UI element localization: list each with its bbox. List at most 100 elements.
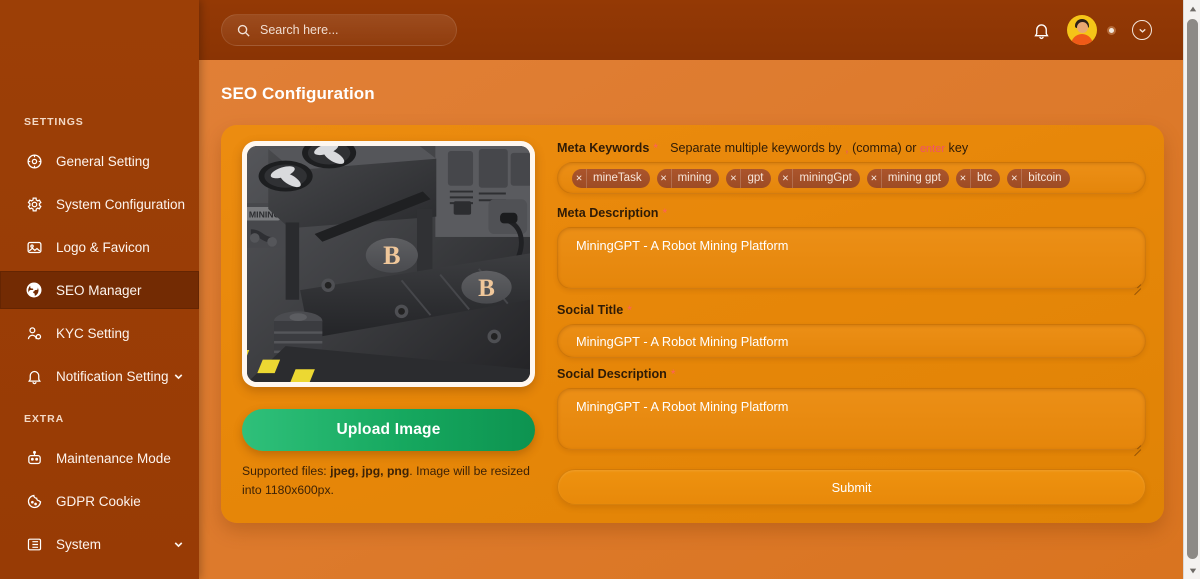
sidebar-item-label: General Setting [56,154,150,169]
sidebar-item-system-configuration[interactable]: System Configuration [0,185,199,223]
hint-before: Separate multiple keywords by [670,141,842,155]
cookie-icon [24,491,44,511]
seo-form: Meta Keywords * Separate multiple keywor… [557,141,1146,505]
close-icon[interactable]: ✕ [778,169,793,188]
keyword-tag-label: mining [672,172,720,184]
label-text: Social Description [557,367,667,381]
social-description-label: Social Description * [557,367,1146,381]
keyword-tag: ✕btc [956,169,1000,188]
close-icon[interactable]: ✕ [657,169,672,188]
bitcoin-mining-rig-illustration: MINING [247,146,530,382]
close-icon[interactable]: ✕ [867,169,882,188]
keyword-tag: ✕gpt [726,169,771,188]
close-icon[interactable]: ✕ [726,169,741,188]
keyword-tag: ✕miningGpt [778,169,859,188]
sidebar-item-label: System Configuration [56,197,185,212]
content-area: MINING [199,104,1200,579]
page-title: SEO Configuration [199,60,1200,104]
label-text: Meta Description [557,206,658,220]
sidebar-item-label: SEO Manager [56,283,142,298]
app-window: SETTINGS General Setting System Configur… [0,0,1200,579]
keyword-tag-label: btc [971,172,1000,184]
robot-icon [24,448,44,468]
page-scrollbar[interactable] [1183,0,1200,579]
hint-comma: , [845,141,849,155]
online-status-dot [1107,26,1116,35]
note-formats: jpeg, jpg, png [330,464,409,478]
image-preview-frame: MINING [242,141,535,387]
top-bar: Search here... [199,0,1200,60]
keyword-tag-label: mining gpt [882,172,949,184]
hint-enter-key: enter [920,143,945,155]
search-placeholder-text: Search here... [260,23,339,37]
sidebar-item-seo-manager[interactable]: SEO Manager [0,271,199,309]
sidebar-item-logo-favicon[interactable]: Logo & Favicon [0,228,199,266]
chevron-down-icon[interactable] [1132,20,1152,40]
keyword-tag: ✕bitcoin [1007,169,1069,188]
close-icon[interactable]: ✕ [572,169,587,188]
hint-after: key [949,141,969,155]
scrollbar-thumb[interactable] [1187,19,1198,559]
label-text: Social Title [557,303,623,317]
topbar-actions [1032,15,1152,45]
note-prefix: Supported files: [242,464,330,478]
sidebar-item-maintenance-mode[interactable]: Maintenance Mode [0,439,199,477]
avatar[interactable] [1067,15,1097,45]
submit-button[interactable]: Submit [557,469,1146,505]
sidebar-item-notification-setting[interactable]: Notification Setting [0,357,199,395]
sidebar-item-label: Notification Setting [56,369,169,384]
meta-description-label: Meta Description * [557,206,1146,220]
social-description-textarea[interactable] [557,388,1146,450]
meta-description-wrap [557,227,1146,294]
chevron-down-icon [172,370,185,383]
gear-icon [24,194,44,214]
search-icon [236,23,251,38]
keyword-tag-label: mineTask [587,172,650,184]
notification-bell-icon[interactable] [1032,21,1051,40]
seo-configuration-card: MINING [221,125,1164,523]
keyword-tag-label: miningGpt [793,172,859,184]
close-icon[interactable]: ✕ [956,169,971,188]
social-description-wrap [557,388,1146,455]
meta-keywords-hint: Separate multiple keywords by , (comma) … [670,141,968,155]
meta-keywords-label: Meta Keywords * Separate multiple keywor… [557,141,1146,155]
required-mark: * [671,367,676,381]
sidebar-section-settings: SETTINGS [0,116,199,128]
sidebar-item-gdpr-cookie[interactable]: GDPR Cookie [0,482,199,520]
sidebar-item-label: GDPR Cookie [56,494,141,509]
user-check-icon [24,323,44,343]
server-icon [24,534,44,554]
scroll-up-arrow[interactable] [1184,0,1200,17]
sidebar-item-label: System [56,537,101,552]
sidebar-top-spacer [0,0,199,116]
upload-image-button[interactable]: Upload Image [242,409,535,451]
sidebar-item-label: Logo & Favicon [56,240,150,255]
meta-keywords-input[interactable]: ✕mineTask✕mining✕gpt✕miningGpt✕mining gp… [557,162,1146,194]
sidebar-item-system[interactable]: System [0,525,199,563]
sidebar-item-general-setting[interactable]: General Setting [0,142,199,180]
main-area: Search here... SEO Configuration [199,0,1200,579]
image-icon [24,237,44,257]
sidebar-item-kyc-setting[interactable]: KYC Setting [0,314,199,352]
keyword-tag: ✕mining [657,169,720,188]
bell-icon [24,366,44,386]
svg-text:B: B [383,241,400,270]
globe-icon [24,280,44,300]
keyword-tag-label: bitcoin [1022,172,1069,184]
sidebar-item-label: KYC Setting [56,326,130,341]
scroll-down-arrow[interactable] [1184,562,1200,579]
sidebar-section-extra: EXTRA [0,413,199,425]
label-text: Meta Keywords [557,141,649,155]
social-title-input[interactable] [557,324,1146,358]
globe-gear-icon [24,151,44,171]
search-input[interactable]: Search here... [221,14,457,46]
social-title-label: Social Title * [557,303,1146,317]
chevron-down-icon [172,538,185,551]
keyword-tag: ✕mineTask [572,169,650,188]
sidebar-item-report-request[interactable]: Report & Request [0,568,199,579]
svg-text:B: B [478,275,495,302]
close-icon[interactable]: ✕ [1007,169,1022,188]
keyword-tag: ✕mining gpt [867,169,949,188]
required-mark: * [627,303,632,317]
meta-description-textarea[interactable] [557,227,1146,289]
